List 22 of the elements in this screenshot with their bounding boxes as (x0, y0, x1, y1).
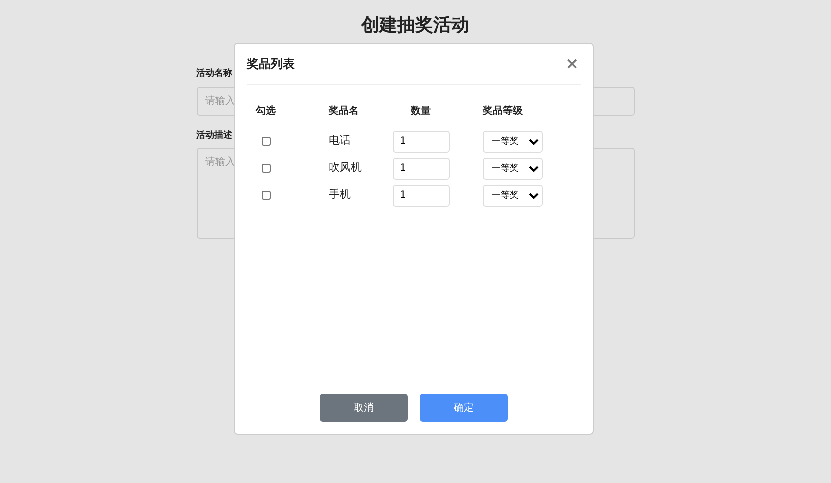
prize-name: 电话 (329, 133, 351, 150)
level-dropdown[interactable]: 一等奖 (483, 130, 543, 152)
column-header: 勾选 (256, 104, 276, 118)
close-button[interactable]: × (564, 56, 581, 72)
field-label: 活动名称 (196, 68, 232, 81)
checkbox[interactable] (262, 191, 270, 200)
cancel-button[interactable]: 取消 (320, 394, 408, 422)
checkbox[interactable] (262, 137, 270, 146)
checkbox[interactable] (262, 164, 270, 173)
column-header: 数量 (411, 104, 431, 118)
column-header: 奖品等级 (483, 104, 523, 118)
page-title: 创建抽奖活动 (362, 14, 470, 38)
quantity-field[interactable]: 1 (393, 184, 450, 206)
prize-name: 吹风机 (329, 160, 362, 176)
dialog-title: 奖品列表 (247, 56, 295, 73)
level-dropdown[interactable]: 一等奖 (483, 158, 543, 180)
quantity-field[interactable]: 1 (393, 130, 450, 152)
quantity-field[interactable]: 1 (393, 158, 450, 180)
prize-name: 手机 (329, 187, 351, 204)
level-dropdown[interactable]: 一等奖 (483, 184, 543, 206)
field-label: 活动描述 (196, 130, 232, 142)
column-header: 奖品名 (329, 104, 359, 118)
